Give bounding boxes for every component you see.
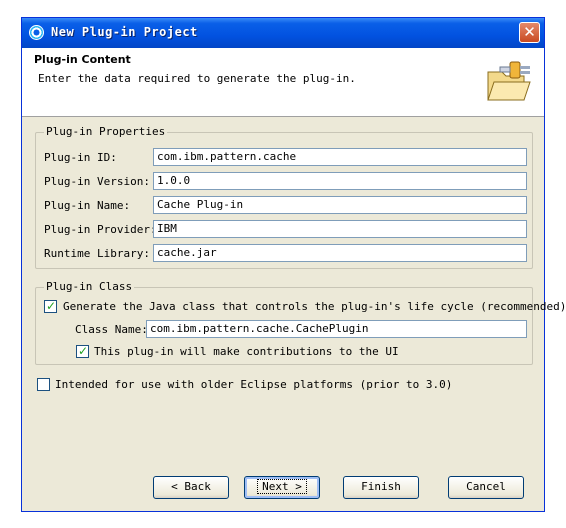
generate-class-checkbox[interactable]: ✓	[44, 299, 57, 313]
plugin-id-field[interactable]: com.ibm.pattern.cache	[153, 148, 527, 166]
plugin-version-label: Plug-in Version:	[44, 175, 150, 188]
group-title: Plug-in Properties	[44, 125, 168, 138]
plugin-id-label: Plug-in ID:	[44, 151, 117, 164]
class-name-label: Class Name:	[75, 323, 148, 336]
class-name-field[interactable]: com.ibm.pattern.cache.CachePlugin	[146, 320, 527, 338]
banner-description: Enter the data required to generate the …	[38, 72, 356, 85]
folder-plug-icon	[487, 61, 531, 101]
cancel-button[interactable]: Cancel	[448, 476, 524, 499]
group-title: Plug-in Class	[44, 280, 135, 293]
checkmark-icon: ✓	[78, 344, 89, 358]
close-button[interactable]: ✕	[519, 22, 540, 43]
back-button[interactable]: < Back	[153, 476, 229, 499]
plugin-version-field[interactable]: 1.0.0	[153, 172, 527, 190]
contributions-label[interactable]: This plug-in will make contributions to …	[94, 345, 399, 358]
checkmark-icon: ✓	[46, 299, 57, 313]
next-button-label: Next >	[257, 479, 307, 494]
eclipse-icon	[29, 25, 44, 40]
plugin-name-label: Plug-in Name:	[44, 199, 131, 212]
contributions-checkbox[interactable]: ✓	[76, 344, 89, 358]
plugin-provider-label: Plug-in Provider:	[44, 223, 157, 236]
legacy-eclipse-label[interactable]: Intended for use with older Eclipse plat…	[55, 378, 452, 391]
runtime-library-field[interactable]: cache.jar	[153, 244, 527, 262]
plugin-properties-group: Plug-in Properties Plug-in ID: com.ibm.p…	[35, 125, 533, 269]
window-title: New Plug-in Project	[51, 25, 198, 39]
generate-class-label[interactable]: Generate the Java class that controls th…	[63, 300, 566, 313]
plugin-name-field[interactable]: Cache Plug-in	[153, 196, 527, 214]
title-bar[interactable]: New Plug-in Project ✕	[22, 18, 544, 48]
banner-title: Plug-in Content	[34, 53, 131, 66]
close-icon: ✕	[523, 23, 536, 41]
legacy-eclipse-checkbox[interactable]	[37, 378, 50, 391]
plugin-provider-field[interactable]: IBM	[153, 220, 527, 238]
dialog-window: New Plug-in Project ✕ Plug-in Content En…	[21, 17, 566, 512]
wizard-banner: Plug-in Content Enter the data required …	[22, 48, 544, 117]
plugin-class-group: Plug-in Class ✓ Generate the Java class …	[35, 280, 566, 365]
runtime-library-label: Runtime Library:	[44, 247, 150, 260]
finish-button[interactable]: Finish	[343, 476, 419, 499]
next-button[interactable]: Next >	[244, 476, 320, 499]
